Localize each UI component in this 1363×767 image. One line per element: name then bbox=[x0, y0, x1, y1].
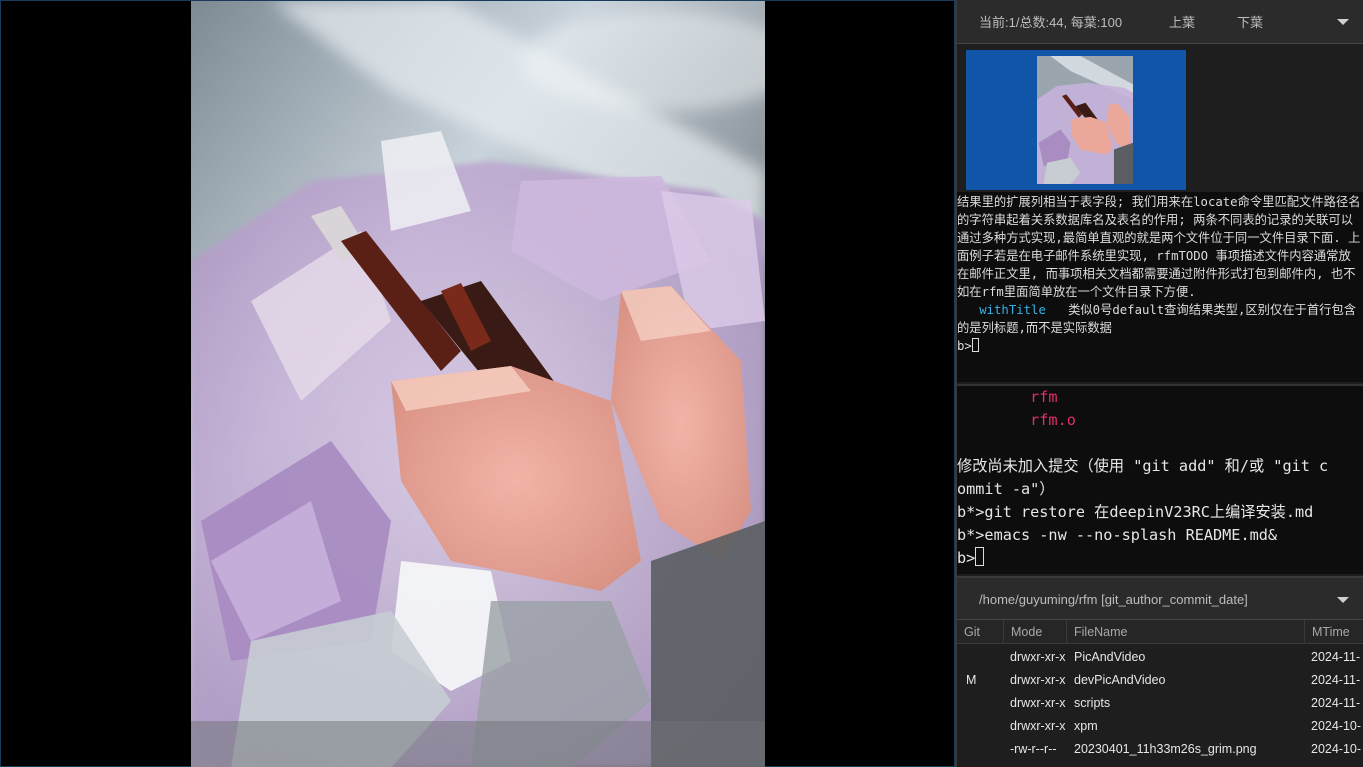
mode-cell: -rw-r--r-- bbox=[1010, 741, 1057, 756]
column-header-mtime[interactable]: MTime bbox=[1305, 620, 1363, 644]
table-row[interactable]: Mdrwxr-xr-x devPicAndVideo 2024-11- bbox=[957, 668, 1363, 691]
current-path: /home/guyuming/rfm [git_author_commit_da… bbox=[979, 592, 1248, 607]
column-header-filename[interactable]: FileName bbox=[1067, 619, 1305, 644]
pager-bar: 当前:1/总数:44, 每葉:100 上葉 下葉 bbox=[957, 0, 1363, 44]
chevron-down-icon[interactable] bbox=[1337, 19, 1349, 25]
crystal-photo[interactable] bbox=[191, 1, 765, 767]
filename-cell: 20230401_11h33m26s_grim.png bbox=[1074, 741, 1257, 756]
crystal-photo-image bbox=[191, 1, 765, 767]
terminal-line: ommit -a"） bbox=[957, 480, 1055, 498]
terminal-prompt: b> bbox=[957, 339, 972, 353]
chevron-down-icon[interactable] bbox=[1337, 597, 1349, 603]
terminal-prompt: b> bbox=[957, 549, 976, 567]
mode-cell: drwxr-xr-x bbox=[1010, 695, 1066, 710]
image-viewer[interactable] bbox=[0, 0, 955, 767]
mode-cell: drwxr-xr-x bbox=[1010, 649, 1066, 664]
column-header-git[interactable]: Git bbox=[957, 619, 1004, 644]
thumbnail-image bbox=[1037, 56, 1133, 184]
terminal-upper[interactable]: 结果里的扩展列相当于表字段; 我们用来在locate命令里匹配文件路径名的字符串… bbox=[957, 192, 1363, 382]
mtime-cell: 2024-11- bbox=[1311, 672, 1361, 687]
cursor bbox=[975, 547, 985, 566]
terminal-text: 结果里的扩展列相当于表字段; 我们用来在locate命令里匹配文件路径名的字符串… bbox=[957, 195, 1361, 299]
path-bar[interactable]: /home/guyuming/rfm [git_author_commit_da… bbox=[957, 576, 1363, 620]
table-row[interactable]: drwxr-xr-x xpm 2024-10- bbox=[957, 714, 1363, 737]
terminal-line: 修改尚未加入提交（使用 "git add" 和/或 "git c bbox=[957, 457, 1329, 475]
mtime-cell: 2024-11- bbox=[1311, 649, 1361, 664]
thumbnail-strip bbox=[957, 44, 1363, 192]
terminal-line: b*>git restore 在deepinV23RC上编译安装.md bbox=[957, 503, 1314, 521]
filename-cell: scripts bbox=[1074, 695, 1111, 710]
cursor bbox=[971, 338, 979, 352]
table-row[interactable]: drwxr-xr-x PicAndVideo 2024-11- bbox=[957, 645, 1363, 668]
terminal-line: b*>emacs -nw --no-splash README.md& bbox=[957, 526, 1278, 544]
git-status-cell: M bbox=[966, 672, 977, 687]
mtime-cell: 2024-10- bbox=[1311, 718, 1362, 733]
keyword-withtitle: withTitle bbox=[979, 303, 1046, 317]
mtime-cell: 2024-10- bbox=[1311, 741, 1362, 756]
filename-cell: xpm bbox=[1074, 718, 1098, 733]
pager-info: 当前:1/总数:44, 每葉:100 bbox=[979, 15, 1123, 30]
terminal-lower[interactable]: rfm rfm.o 修改尚未加入提交（使用 "git add" 和/或 "git… bbox=[957, 384, 1363, 574]
column-header-mode[interactable]: Mode bbox=[1004, 619, 1067, 644]
table-row[interactable]: drwxr-xr-x scripts 2024-11- bbox=[957, 691, 1363, 714]
filename-cell: PicAndVideo bbox=[1074, 649, 1146, 664]
table-row[interactable]: -rw-r--r-- 20230401_11h33m26s_grim.png 202… bbox=[957, 737, 1363, 760]
mode-cell: drwxr-xr-x bbox=[1010, 718, 1066, 733]
file-table: Git Mode FileName MTime drwxr-xr-x PicAnd… bbox=[957, 619, 1363, 767]
mtime-cell: 2024-11- bbox=[1311, 695, 1361, 710]
terminal-line: rfm bbox=[957, 388, 1058, 406]
thumbnail-selected[interactable] bbox=[966, 50, 1186, 190]
prev-page-button[interactable]: 上葉 bbox=[1169, 12, 1195, 31]
filename-cell: devPicAndVideo bbox=[1074, 672, 1166, 687]
mode-cell: drwxr-xr-x bbox=[1010, 672, 1066, 687]
right-panel: 当前:1/总数:44, 每葉:100 上葉 下葉 结果里的扩展列相当于表字段; … bbox=[955, 0, 1363, 767]
terminal-line: rfm.o bbox=[957, 411, 1076, 429]
table-header: Git Mode FileName MTime bbox=[957, 619, 1363, 644]
next-page-button[interactable]: 下葉 bbox=[1237, 12, 1263, 31]
